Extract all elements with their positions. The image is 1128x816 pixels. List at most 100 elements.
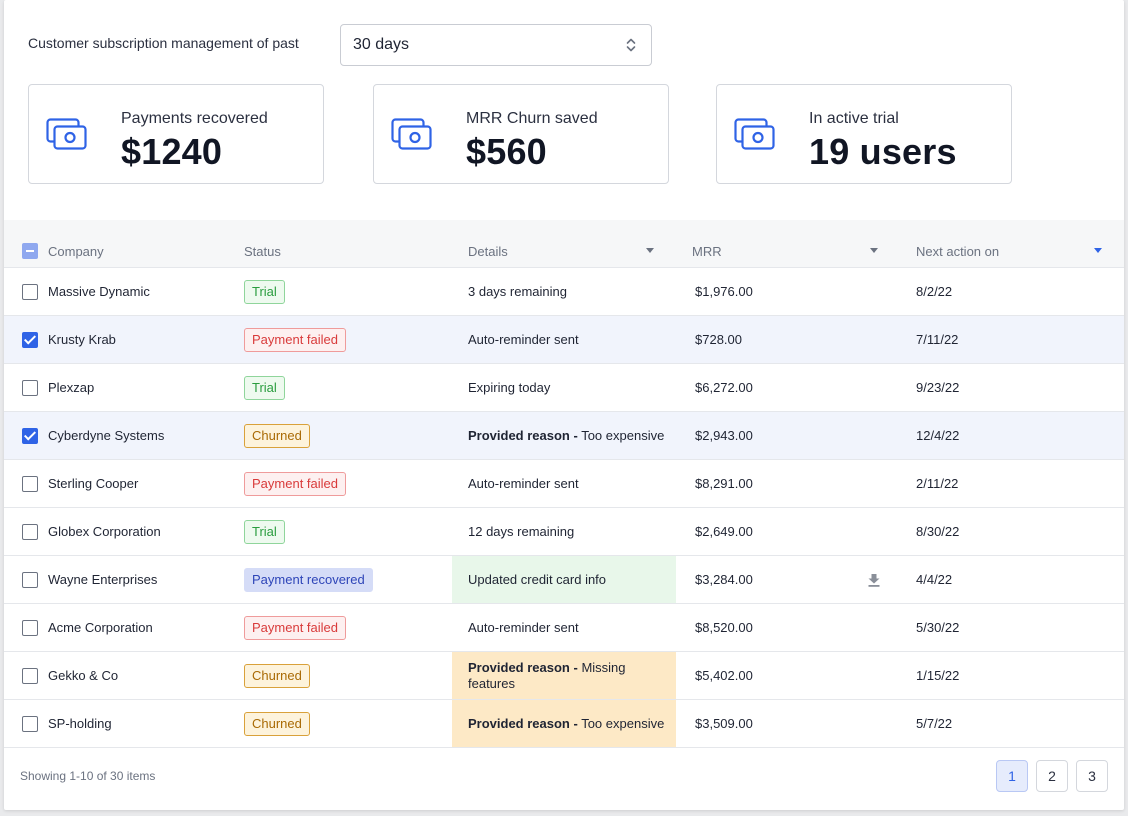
column-header-status[interactable]: Status: [244, 244, 281, 259]
details-text: 3 days remaining: [468, 283, 567, 299]
company-name: Globex Corporation: [48, 524, 161, 539]
period-select-value: 30 days: [353, 36, 410, 53]
details-text: Provided reason - Too expensive: [468, 428, 664, 444]
row-checkbox[interactable]: [22, 476, 38, 492]
mrr-value: $3,284.00: [695, 572, 753, 587]
status-badge: Trial: [244, 375, 285, 400]
card-label: Payments recovered: [121, 110, 268, 127]
details-text: Provided reason - Too expensive: [468, 716, 664, 732]
next-action-date: 9/23/22: [916, 380, 960, 395]
status-badge: Churned: [244, 663, 310, 688]
next-action-date: 12/4/22: [916, 428, 960, 443]
table-row[interactable]: Globex Corporation Trial 12 days remaini…: [4, 508, 1124, 556]
card-value: $560: [466, 131, 547, 172]
chevron-up-down-icon: [626, 38, 636, 52]
status-badge: Churned: [244, 423, 310, 448]
column-header-next-action[interactable]: Next action on: [916, 244, 999, 259]
column-header-details[interactable]: Details: [468, 244, 508, 259]
page-button-1[interactable]: 1: [996, 760, 1028, 792]
company-name: SP-holding: [48, 716, 112, 731]
table-row[interactable]: Gekko & Co Churned Provided reason - Mis…: [4, 652, 1124, 700]
row-checkbox[interactable]: [22, 620, 38, 636]
row-checkbox[interactable]: [22, 428, 38, 444]
pagination-summary: Showing 1-10 of 30 items: [20, 769, 156, 783]
mrr-value: $2,943.00: [695, 428, 753, 443]
mrr-value: $2,649.00: [695, 524, 753, 539]
money-icon: [391, 118, 432, 150]
status-badge: Payment recovered: [244, 567, 373, 592]
next-action-date: 5/7/22: [916, 716, 953, 731]
column-header-company[interactable]: Company: [48, 244, 104, 259]
company-name: Cyberdyne Systems: [48, 428, 165, 443]
details-text: 12 days remaining: [468, 523, 575, 539]
company-name: Massive Dynamic: [48, 284, 150, 299]
next-action-date: 4/4/22: [916, 572, 953, 587]
details-reason: Too expensive: [581, 715, 665, 731]
company-name: Gekko & Co: [48, 668, 119, 683]
mrr-value: $728.00: [695, 332, 742, 347]
status-badge: Payment failed: [244, 327, 346, 352]
table-row[interactable]: Acme Corporation Payment failed Auto-rem…: [4, 604, 1124, 652]
row-checkbox[interactable]: [22, 524, 38, 540]
table-row[interactable]: Krusty Krab Payment failed Auto-reminder…: [4, 316, 1124, 364]
select-all-checkbox[interactable]: [22, 243, 38, 259]
sort-arrow-active-icon[interactable]: [1094, 248, 1102, 253]
next-action-date: 1/15/22: [916, 668, 960, 683]
details-text: Auto-reminder sent: [468, 619, 579, 635]
row-checkbox[interactable]: [22, 284, 38, 300]
next-action-date: 8/30/22: [916, 524, 960, 539]
card-payments-recovered: Payments recovered $1240: [28, 84, 324, 184]
company-name: Wayne Enterprises: [48, 572, 158, 587]
table-row[interactable]: Cyberdyne Systems Churned Provided reaso…: [4, 412, 1124, 460]
mrr-value: $3,509.00: [695, 716, 753, 731]
card-label: In active trial: [809, 110, 899, 127]
sort-arrow-icon[interactable]: [646, 248, 654, 253]
card-value: $1240: [121, 131, 223, 172]
column-header-mrr[interactable]: MRR: [692, 244, 722, 259]
status-badge: Churned: [244, 711, 310, 736]
mrr-value: $8,520.00: [695, 620, 753, 635]
company-name: Acme Corporation: [48, 620, 153, 635]
page-button-2[interactable]: 2: [1036, 760, 1068, 792]
status-badge: Payment failed: [244, 615, 346, 640]
filter-label: Customer subscription management of past: [28, 35, 299, 51]
row-checkbox[interactable]: [22, 716, 38, 732]
details-text: Auto-reminder sent: [468, 331, 579, 347]
details-reason-label: Provided reason -: [468, 427, 578, 443]
next-action-date: 2/11/22: [916, 476, 959, 491]
card-value: 19 users: [809, 131, 957, 172]
table-row[interactable]: SP-holding Churned Provided reason - Too…: [4, 700, 1124, 748]
table-row[interactable]: Sterling Cooper Payment failed Auto-remi…: [4, 460, 1124, 508]
details-reason-label: Provided reason -: [468, 715, 578, 731]
mrr-value: $5,402.00: [695, 668, 753, 683]
row-checkbox[interactable]: [22, 380, 38, 396]
download-icon-glyph: [868, 573, 880, 587]
card-label: MRR Churn saved: [466, 110, 598, 127]
details-text: Provided reason - Missing features: [468, 660, 676, 692]
details-reason-label: Provided reason -: [468, 659, 578, 675]
card-mrr-churn-saved: MRR Churn saved $560: [373, 84, 669, 184]
table-row[interactable]: Plexzap Trial Expiring today $6,272.00 9…: [4, 364, 1124, 412]
next-action-date: 7/11/22: [916, 332, 959, 347]
money-icon: [734, 118, 775, 150]
status-badge: Trial: [244, 519, 285, 544]
table-header: Company Status Details MRR Next action o…: [4, 220, 1124, 268]
row-checkbox[interactable]: [22, 668, 38, 684]
next-action-date: 5/30/22: [916, 620, 960, 635]
table-row[interactable]: Massive Dynamic Trial 3 days remaining $…: [4, 268, 1124, 316]
sort-arrow-icon[interactable]: [870, 248, 878, 253]
mrr-value: $6,272.00: [695, 380, 753, 395]
row-checkbox[interactable]: [22, 572, 38, 588]
company-name: Plexzap: [48, 380, 95, 395]
download-icon[interactable]: [866, 556, 882, 603]
money-icon: [46, 118, 87, 150]
period-select[interactable]: 30 days: [340, 24, 652, 66]
row-checkbox[interactable]: [22, 332, 38, 348]
next-action-date: 8/2/22: [916, 284, 953, 299]
details-text: Updated credit card info: [468, 571, 607, 587]
table-row[interactable]: Wayne Enterprises Payment recovered Upda…: [4, 556, 1124, 604]
mrr-value: $1,976.00: [695, 284, 753, 299]
status-badge: Trial: [244, 279, 285, 304]
page-button-3[interactable]: 3: [1076, 760, 1108, 792]
company-name: Krusty Krab: [48, 332, 116, 347]
